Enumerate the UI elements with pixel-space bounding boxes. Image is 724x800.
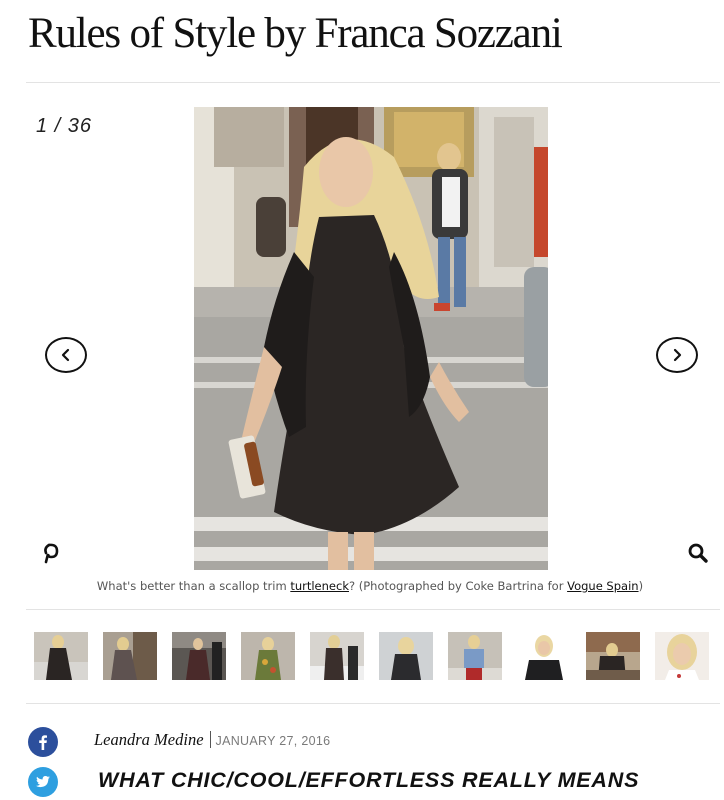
previous-slide-button[interactable] bbox=[45, 337, 87, 373]
thumbnail-6[interactable] bbox=[379, 632, 433, 680]
chevron-right-icon bbox=[673, 348, 682, 362]
slide-counter: 1 / 36 bbox=[36, 115, 93, 137]
thumbnail-9[interactable] bbox=[586, 632, 640, 680]
page-title: Rules of Style by Franca Sozzani bbox=[28, 10, 563, 57]
caption-text: ) bbox=[638, 579, 644, 593]
publish-date: JANUARY 27, 2016 bbox=[215, 734, 331, 748]
thumbnail-divider bbox=[26, 703, 720, 704]
thumbnail-8[interactable] bbox=[517, 632, 571, 680]
thumbnail-2[interactable] bbox=[103, 632, 157, 680]
twitter-icon bbox=[35, 776, 50, 788]
author-name[interactable]: Leandra Medine bbox=[94, 730, 204, 749]
thumbnail-5[interactable] bbox=[310, 632, 364, 680]
twitter-share-button[interactable] bbox=[28, 767, 58, 797]
thumbnail-10[interactable] bbox=[655, 632, 709, 680]
caption-text: What's better than a scallop trim bbox=[96, 579, 291, 593]
byline-separator bbox=[209, 731, 211, 748]
caption-divider bbox=[26, 609, 720, 610]
photo-caption: What's better than a scallop trim turtle… bbox=[0, 579, 724, 593]
pinterest-icon[interactable] bbox=[40, 542, 60, 564]
facebook-share-button[interactable] bbox=[28, 727, 58, 757]
thumbnail-4[interactable] bbox=[241, 632, 295, 680]
thumbnail-7[interactable] bbox=[448, 632, 502, 680]
thumbnail-3[interactable] bbox=[172, 632, 226, 680]
title-divider bbox=[26, 82, 720, 83]
caption-text: ? (Photographed by Coke Bartrina for bbox=[348, 579, 568, 593]
street-style-photo bbox=[194, 107, 548, 570]
facebook-icon bbox=[39, 735, 47, 750]
thumbnail-1[interactable] bbox=[34, 632, 88, 680]
magnifier-icon[interactable] bbox=[687, 542, 709, 564]
article-headline: WHAT CHIC/COOL/EFFORTLESS REALLY MEANS bbox=[98, 768, 640, 792]
slideshow-main-image[interactable] bbox=[194, 107, 548, 570]
turtleneck-link[interactable]: turtleneck bbox=[290, 579, 349, 593]
byline: Leandra Medine JANUARY 27, 2016 bbox=[94, 730, 330, 750]
vogue-spain-link[interactable]: Vogue Spain bbox=[567, 579, 638, 593]
thumbnail-strip bbox=[34, 632, 714, 680]
chevron-left-icon bbox=[61, 348, 70, 362]
next-slide-button[interactable] bbox=[656, 337, 698, 373]
